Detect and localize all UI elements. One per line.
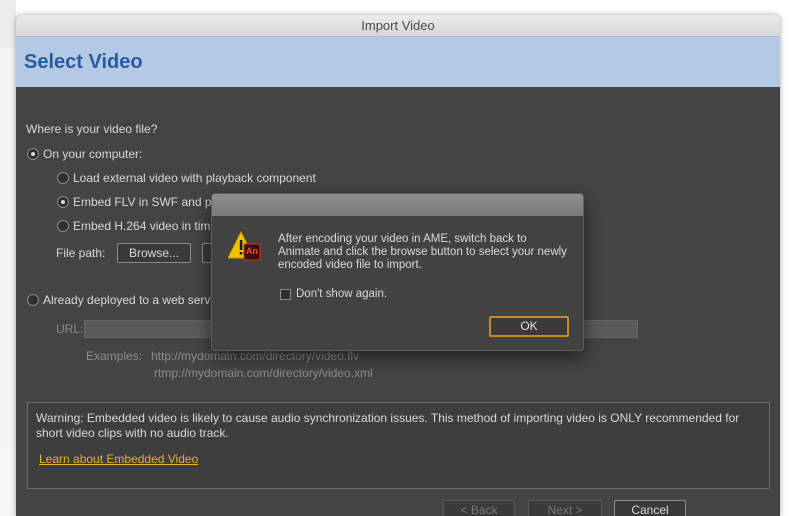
header-banner: Select Video — [16, 37, 780, 87]
embed-h264-label: Embed H.264 video in tim — [73, 219, 211, 233]
radio-on-computer[interactable] — [27, 148, 39, 160]
ok-button[interactable]: OK — [489, 316, 569, 337]
example-rtmp: rtmp://mydomain.com/directory/video.xml — [154, 366, 373, 380]
background-window-top — [0, 0, 16, 48]
cancel-button[interactable]: Cancel — [614, 500, 686, 516]
browse-button[interactable]: Browse... — [117, 243, 191, 263]
radio-load-external[interactable] — [57, 172, 69, 184]
web-server-label: Already deployed to a web serv — [43, 293, 211, 307]
learn-embedded-video-link[interactable]: Learn about Embedded Video — [39, 452, 198, 466]
background-window-bottom — [0, 448, 16, 516]
example-http: http://mydomain.com/directory/video.flv — [151, 349, 360, 363]
file-path-label: File path: — [56, 246, 106, 260]
on-computer-label: On your computer: — [43, 147, 143, 161]
page-title: Select Video — [24, 51, 143, 73]
alert-titlebar — [212, 194, 583, 216]
radio-embed-h264[interactable] — [57, 220, 69, 232]
app-badge: An — [246, 246, 258, 256]
next-button[interactable]: Next > — [528, 500, 602, 516]
background-window — [0, 0, 16, 516]
dont-show-label: Don't show again. — [296, 288, 388, 300]
radio-embed-flv[interactable] — [57, 196, 69, 208]
embed-flv-label: Embed FLV in SWF and pla — [73, 195, 221, 209]
warning-icon: An — [227, 230, 262, 262]
warning-text: Warning: Embedded video is likely to cau… — [36, 411, 740, 440]
url-label: URL: — [56, 322, 84, 336]
radio-web-server[interactable] — [27, 294, 39, 306]
window-title: Import Video — [16, 15, 780, 37]
warning-box: Warning: Embedded video is likely to cau… — [27, 402, 770, 489]
alert-dialog: An After encoding your video in AME, swi… — [211, 193, 584, 351]
back-button[interactable]: < Back — [443, 500, 515, 516]
dont-show-checkbox[interactable] — [280, 289, 291, 300]
load-external-label: Load external video with playback compon… — [73, 171, 316, 185]
alert-message: After encoding your video in AME, switch… — [278, 233, 567, 271]
examples-label: Examples: — [86, 349, 143, 363]
question-label: Where is your video file? — [26, 122, 158, 136]
